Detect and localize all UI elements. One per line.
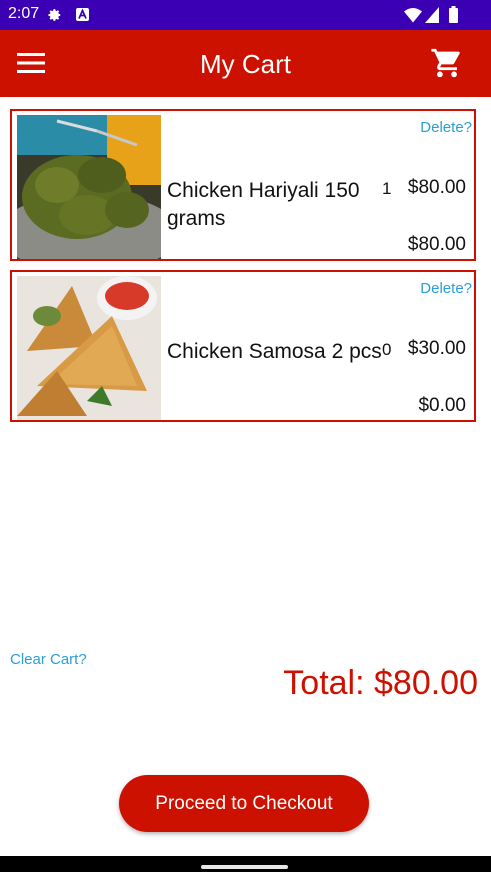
item-subtotal: $0.00 — [418, 395, 466, 416]
item-price: $30.00 — [407, 338, 466, 359]
cart-item: Chicken Hariyali 150 grams 1 $80.00 $80.… — [10, 109, 476, 261]
item-quantity: 0 — [382, 340, 392, 359]
item-name: Chicken Samosa 2 pcs — [167, 340, 382, 363]
notification-a-icon — [76, 8, 89, 21]
item-subtotal: $80.00 — [407, 234, 466, 255]
cart-total: Total: $80.00 — [283, 664, 478, 702]
battery-icon — [449, 6, 458, 23]
settings-icon — [48, 9, 61, 21]
signal-icon — [425, 7, 439, 23]
delete-item-link[interactable]: Delete? — [420, 119, 472, 136]
cart-item: Chicken Samosa 2 pcs 0 $30.00 $0.00 Dele… — [10, 270, 476, 422]
checkout-button[interactable]: Proceed to Checkout — [119, 775, 369, 832]
item-image-chicken-hariyali — [17, 115, 161, 259]
home-indicator[interactable] — [201, 865, 288, 869]
clear-cart-link[interactable]: Clear Cart? — [10, 651, 87, 668]
status-time: 2:07 — [8, 5, 40, 22]
page-title: My Cart — [200, 49, 291, 79]
navigation-bar — [0, 856, 491, 872]
cart-icon[interactable] — [430, 46, 464, 80]
status-bar: 2:07 — [0, 0, 491, 30]
wifi-icon — [404, 8, 422, 23]
item-price: $80.00 — [407, 177, 466, 198]
item-name: Chicken Hariyali 150 grams — [167, 179, 360, 230]
delete-item-link[interactable]: Delete? — [420, 280, 472, 297]
app-bar: My Cart — [0, 30, 491, 97]
item-quantity: 1 — [382, 179, 392, 198]
item-image-chicken-samosa — [17, 276, 161, 420]
